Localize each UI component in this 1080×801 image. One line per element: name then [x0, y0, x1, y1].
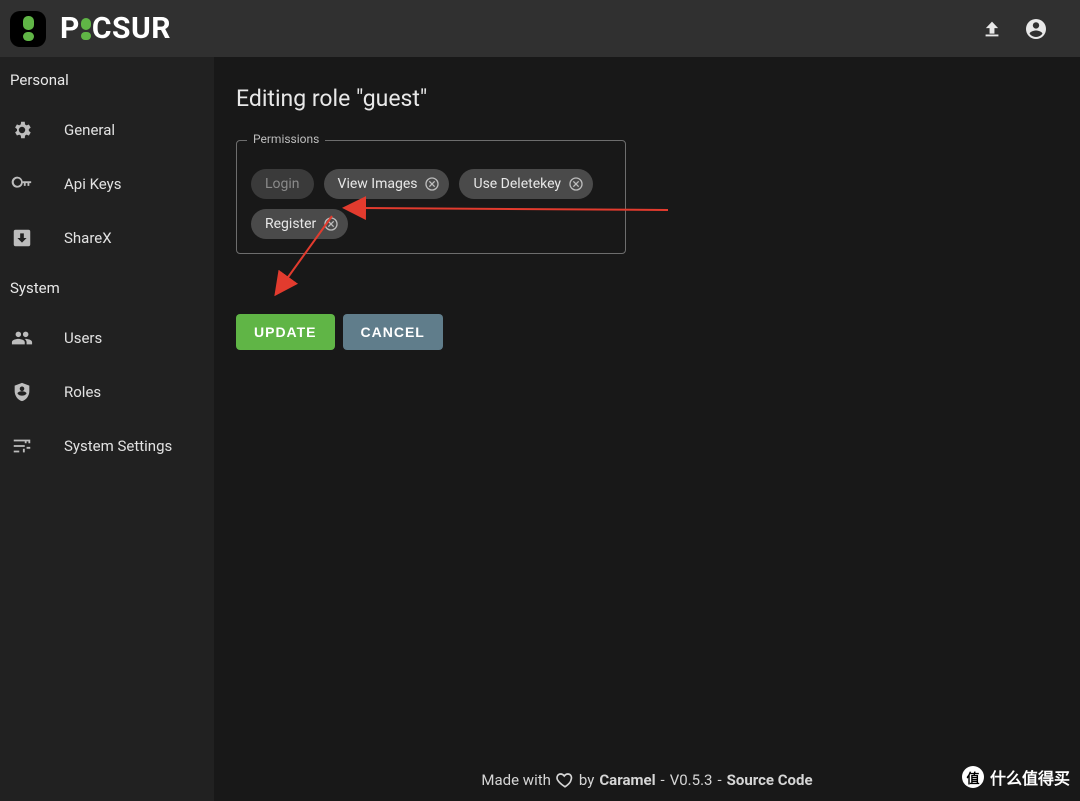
brand-name: P CSUR	[60, 11, 171, 46]
action-row: Update Cancel	[236, 314, 1060, 350]
sidebar-item-label: General	[64, 121, 115, 139]
sidebar-item-label: System Settings	[64, 437, 172, 455]
sidebar-item-sharex[interactable]: ShareX	[0, 211, 214, 265]
chip-label: Register	[265, 216, 316, 232]
footer-source-link[interactable]: Source Code	[727, 771, 813, 789]
chip-remove-button[interactable]	[423, 175, 441, 193]
tune-icon	[10, 434, 34, 458]
sidebar-item-apikeys[interactable]: Api Keys	[0, 157, 214, 211]
update-button[interactable]: Update	[236, 314, 335, 350]
sidebar-item-users[interactable]: Users	[0, 311, 214, 365]
main: Editing role "guest" Permissions Login V…	[214, 57, 1080, 801]
sidebar-item-system-settings[interactable]: System Settings	[0, 419, 214, 473]
brand[interactable]: P CSUR	[10, 11, 171, 47]
watermark-text: 什么值得买	[990, 765, 1070, 789]
permissions-legend: Permissions	[247, 132, 325, 146]
sidebar-item-general[interactable]: General	[0, 103, 214, 157]
permission-chip-login: Login	[251, 169, 314, 199]
sidebar-item-label: Roles	[64, 383, 101, 401]
download-box-icon	[10, 226, 34, 250]
chip-remove-button[interactable]	[322, 215, 340, 233]
sidebar-item-label: Api Keys	[64, 175, 122, 193]
page-title: Editing role "guest"	[236, 85, 1060, 112]
brand-name-right: CSUR	[92, 11, 171, 46]
chip-label: Login	[265, 176, 300, 192]
cancel-button[interactable]: Cancel	[343, 314, 443, 350]
chip-remove-button[interactable]	[567, 175, 585, 193]
upload-icon	[981, 18, 1003, 40]
brand-accent-icon	[81, 18, 91, 40]
account-button[interactable]	[1014, 7, 1058, 51]
account-circle-icon	[1024, 17, 1048, 41]
sidebar-section-personal: Personal	[0, 57, 214, 103]
chip-label: View Images	[338, 176, 418, 192]
upload-button[interactable]	[970, 7, 1014, 51]
footer: Made with by Caramel - V0.5.3 - Source C…	[214, 771, 1080, 789]
sidebar: Personal General Api Keys ShareX System …	[0, 57, 214, 801]
brand-name-left: P	[60, 11, 80, 46]
watermark-badge-icon: 值	[962, 766, 984, 788]
permission-chip-use-deletekey: Use Deletekey	[459, 169, 593, 199]
footer-sep: -	[717, 771, 721, 789]
cancel-circle-icon	[568, 176, 584, 192]
key-icon	[10, 172, 34, 196]
brand-mark-icon	[10, 11, 46, 47]
heart-icon	[556, 771, 574, 789]
cancel-circle-icon	[424, 176, 440, 192]
footer-version: V0.5.3	[670, 771, 713, 789]
footer-madewith: Made with	[481, 771, 550, 789]
footer-sep: -	[661, 771, 665, 789]
permission-chip-view-images: View Images	[324, 169, 450, 199]
sidebar-item-label: Users	[64, 329, 102, 347]
permissions-chip-list: Login View Images Use Deletekey Register	[251, 169, 611, 239]
gear-icon	[10, 118, 34, 142]
footer-author-link[interactable]: Caramel	[599, 771, 655, 789]
permissions-field[interactable]: Permissions Login View Images Use Delete…	[236, 140, 626, 254]
sidebar-item-roles[interactable]: Roles	[0, 365, 214, 419]
watermark: 值 什么值得买	[962, 765, 1070, 789]
footer-by: by	[579, 771, 594, 789]
chip-label: Use Deletekey	[473, 176, 561, 192]
shield-account-icon	[10, 380, 34, 404]
topbar: P CSUR	[0, 0, 1080, 57]
sidebar-section-system: System	[0, 265, 214, 311]
permission-chip-register: Register	[251, 209, 348, 239]
users-icon	[10, 326, 34, 350]
cancel-circle-icon	[323, 216, 339, 232]
sidebar-item-label: ShareX	[64, 229, 112, 247]
